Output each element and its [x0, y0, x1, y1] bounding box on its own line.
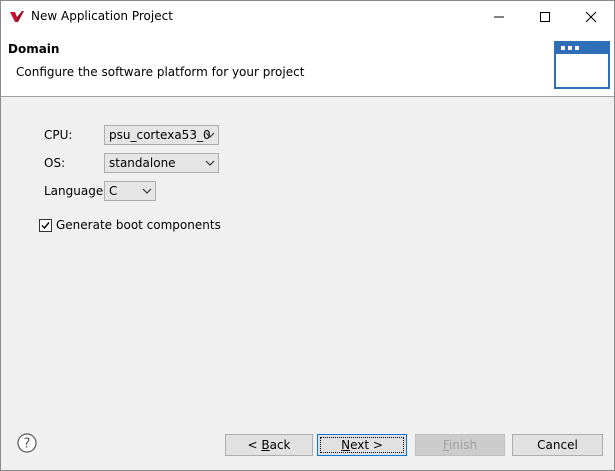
- generate-boot-label[interactable]: Generate boot components: [56, 218, 221, 232]
- cpu-select-value: psu_cortexa53_0: [109, 128, 211, 142]
- dialog-window: New Application Project Domain Configure…: [0, 0, 615, 471]
- language-select-value: C: [109, 184, 118, 198]
- close-icon: [585, 11, 597, 22]
- maximize-icon: [540, 11, 550, 22]
- language-label: Language:: [44, 184, 108, 198]
- help-question-icon[interactable]: ?: [17, 433, 37, 453]
- xilinx-logo-icon: [9, 9, 25, 25]
- language-select[interactable]: C: [104, 181, 156, 201]
- os-select[interactable]: standalone: [104, 153, 219, 173]
- cancel-button[interactable]: Cancel: [512, 434, 603, 456]
- page-description: Configure the software platform for your…: [16, 65, 305, 79]
- svg-text:?: ?: [24, 437, 31, 452]
- finish-button[interactable]: Finish: [415, 434, 505, 456]
- cpu-label: CPU:: [44, 128, 73, 142]
- cpu-select[interactable]: psu_cortexa53_0: [104, 125, 219, 145]
- window-wizard-icon: [554, 41, 610, 89]
- os-label: OS:: [44, 156, 66, 170]
- minimize-button[interactable]: [476, 1, 522, 32]
- window-title: New Application Project: [31, 9, 173, 23]
- minimize-icon: [494, 16, 504, 17]
- next-button[interactable]: Next >: [317, 434, 407, 456]
- chevron-down-icon: [205, 160, 215, 166]
- chevron-down-icon: [142, 188, 152, 194]
- close-button[interactable]: [568, 1, 614, 32]
- checkmark-icon: [41, 222, 50, 230]
- back-button[interactable]: < Back: [225, 434, 313, 456]
- wizard-banner: Domain Configure the software platform f…: [1, 32, 614, 97]
- chevron-down-icon: [205, 132, 215, 138]
- page-title: Domain: [8, 42, 60, 56]
- generate-boot-checkbox[interactable]: [39, 219, 52, 232]
- os-select-value: standalone: [109, 156, 176, 170]
- maximize-button[interactable]: [522, 1, 568, 32]
- title-bar: New Application Project: [1, 1, 614, 32]
